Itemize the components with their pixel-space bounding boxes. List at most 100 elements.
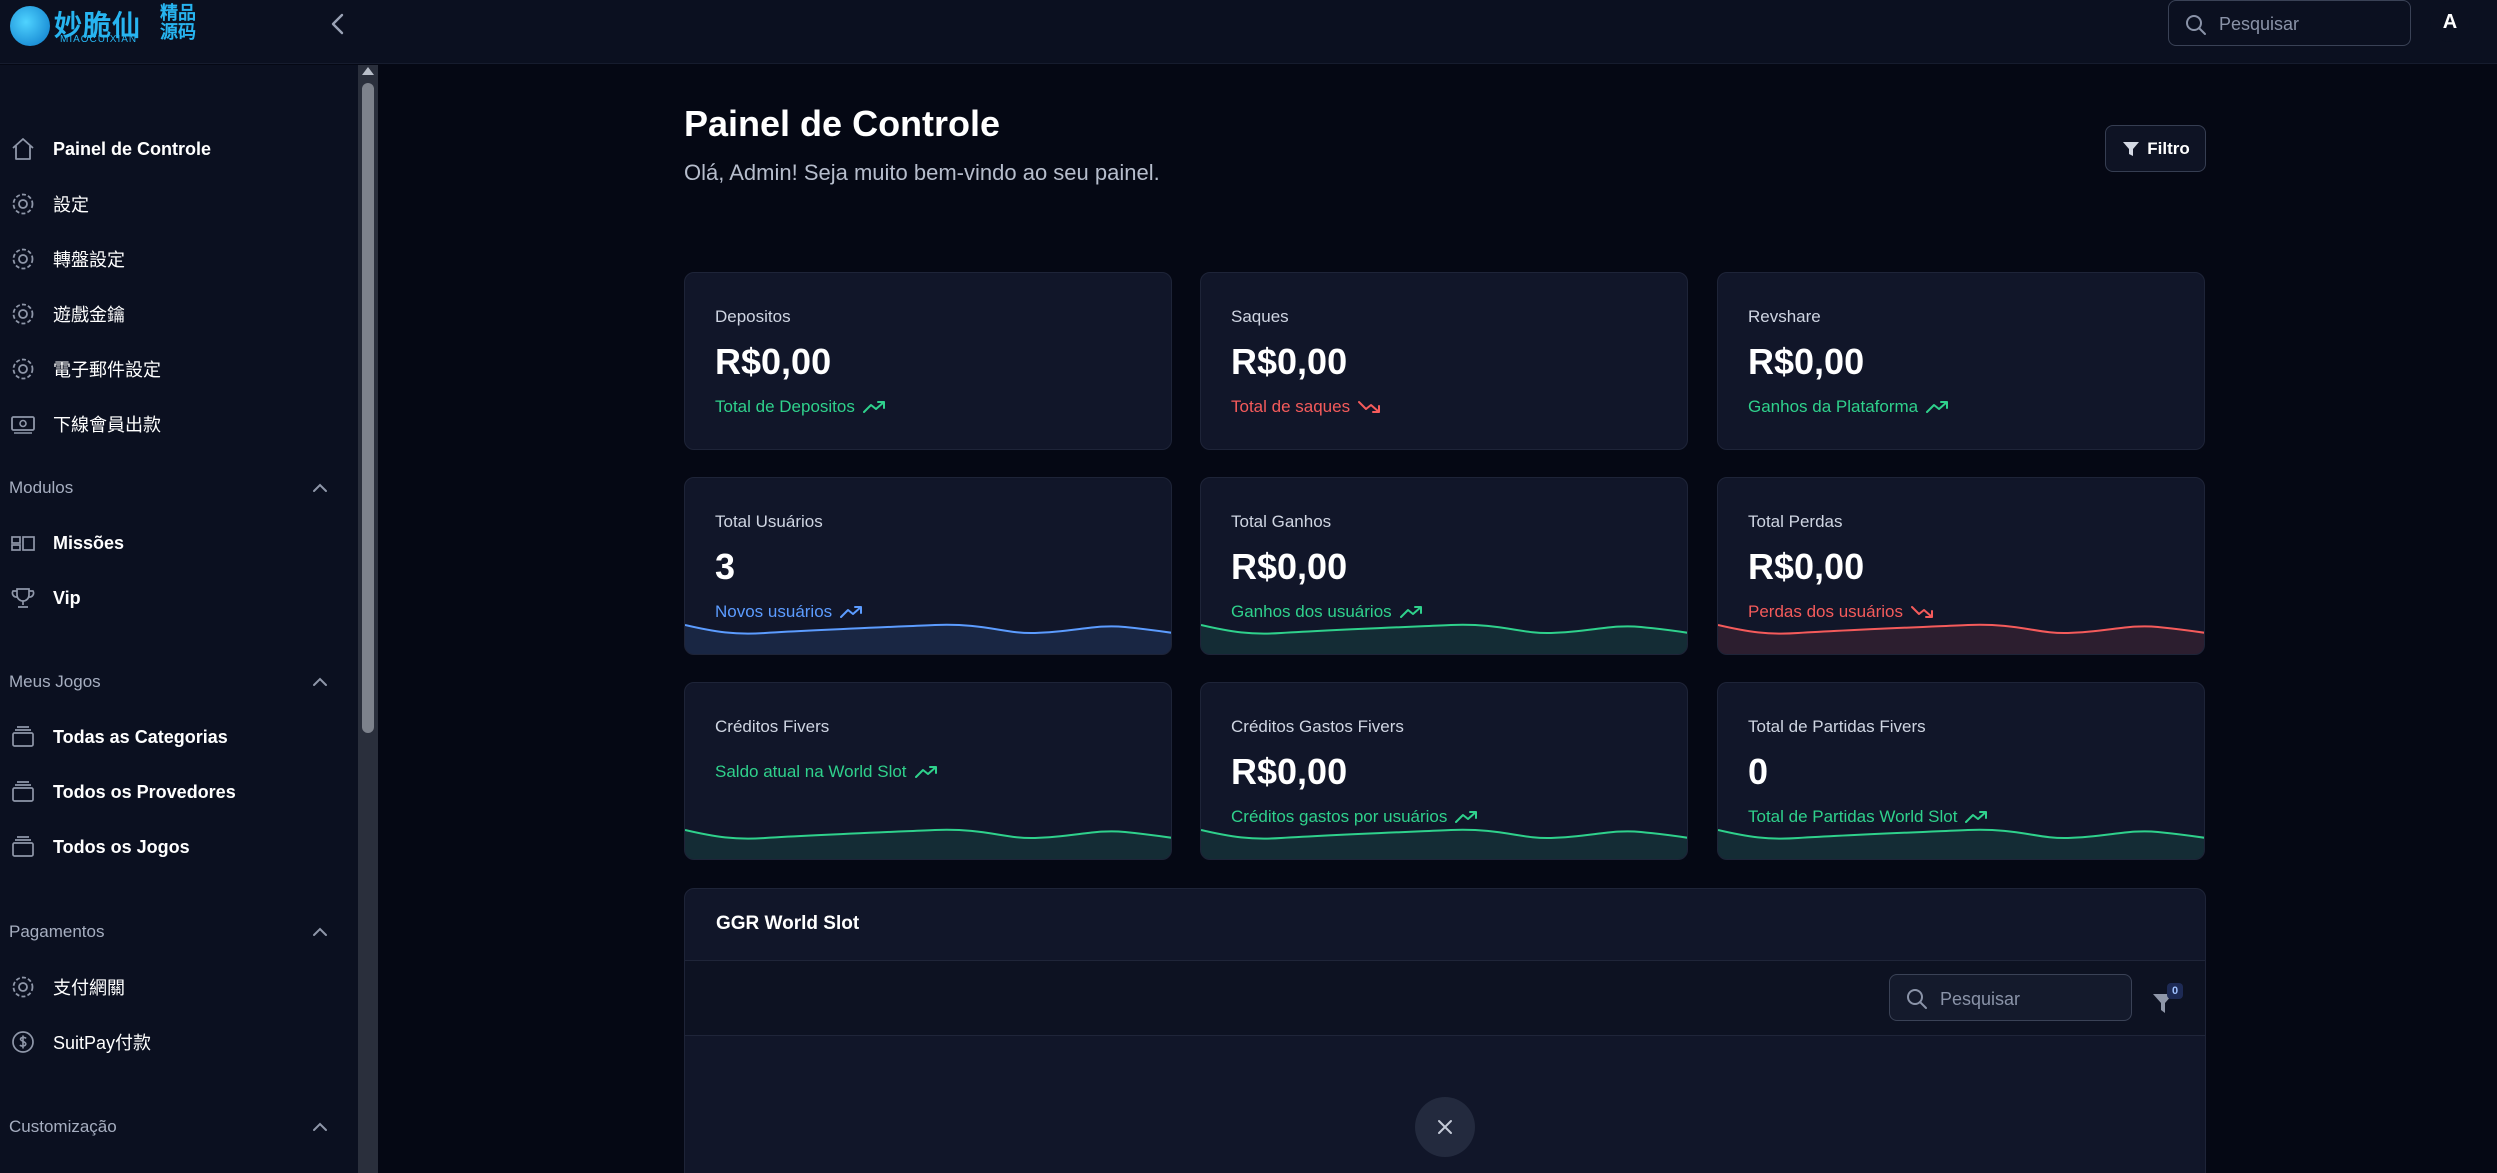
stat-description-text: Saldo atual na World Slot: [715, 762, 907, 781]
logo-mark: [10, 6, 50, 46]
stat-value: R$0,00: [1748, 341, 1865, 382]
trend-down-icon: [1910, 606, 1933, 618]
table-search-input[interactable]: [1940, 984, 2120, 1014]
trend-up-icon: [914, 766, 937, 778]
sidebar-item-label: Missões: [53, 532, 125, 553]
header-search-input[interactable]: [2219, 9, 2399, 39]
trend-up-icon: [1399, 606, 1422, 618]
stat-label: Total Usuários: [715, 512, 823, 531]
sparkline-chart: [1201, 623, 1687, 654]
sidebar-item-missions[interactable]: Missões: [0, 523, 350, 563]
user-avatar[interactable]: A: [2430, 2, 2470, 42]
gear-icon: [9, 245, 37, 273]
missions-icon: [9, 529, 37, 557]
sidebar-item-games[interactable]: Todos os Jogos: [0, 827, 350, 867]
filter-icon: [2123, 141, 2140, 156]
stat-card-total-ganhos: Total Ganhos R$0,00 Ganhos dos usuários: [1200, 477, 1688, 655]
trend-up-icon: [1455, 811, 1478, 823]
header-search[interactable]: [2168, 0, 2411, 46]
trend-up-icon: [840, 606, 863, 618]
home-icon: [9, 135, 37, 163]
close-icon: [1438, 1120, 1452, 1134]
sidebar-group-label: Meus Jogos: [9, 672, 101, 691]
stat-description-text: Total de Depositos: [715, 397, 855, 416]
sidebar-item-label: 下線會員出款: [53, 415, 161, 435]
chevron-up-icon: [313, 677, 327, 686]
gear-icon: [9, 973, 37, 1001]
stat-value: R$0,00: [1231, 751, 1348, 792]
scroll-up-arrow-icon[interactable]: [362, 67, 374, 75]
sidebar-item-email-settings[interactable]: 電子郵件設定: [0, 349, 350, 389]
logo-name-en: MIAOCUIXIAN: [60, 34, 138, 45]
sidebar-group-label: Customização: [9, 1117, 117, 1136]
sparkline-chart: [685, 828, 1171, 859]
sidebar-group-customizacao[interactable]: Customização: [0, 1112, 340, 1142]
gear-icon: [9, 190, 37, 218]
sidebar-group-label: Pagamentos: [9, 922, 105, 941]
sidebar-item-vip[interactable]: Vip: [0, 578, 350, 618]
stat-description: Total de saques: [1231, 397, 1382, 417]
panel-title: GGR World Slot: [716, 913, 860, 934]
search-icon: [1907, 989, 1927, 1009]
table-search[interactable]: [1889, 974, 2132, 1021]
trophy-icon: [9, 584, 37, 612]
stat-value: R$0,00: [715, 341, 832, 382]
stat-label: Créditos Gastos Fivers: [1231, 717, 1404, 736]
sidebar-group-pagamentos[interactable]: Pagamentos: [0, 917, 340, 947]
trend-down-icon: [1358, 401, 1381, 413]
brand-logo[interactable]: 妙脆仙 MIAOCUIXIAN 精品源码: [10, 4, 210, 48]
stat-card-creditos-fivers: Créditos Fivers Saldo atual na World Slo…: [684, 682, 1172, 860]
dollar-icon: [9, 1028, 37, 1056]
stat-card-total-usuarios: Total Usuários 3 Novos usuários: [684, 477, 1172, 655]
gear-icon: [9, 355, 37, 383]
trend-up-icon: [862, 401, 885, 413]
stat-card-total-perdas: Total Perdas R$0,00 Perdas dos usuários: [1717, 477, 2205, 655]
close-button[interactable]: [1415, 1097, 1475, 1157]
sidebar-item-label: 支付網關: [53, 978, 125, 998]
sidebar-item-label: SuitPay付款: [53, 1033, 152, 1053]
stat-card-creditos-gastos: Créditos Gastos Fivers R$0,00 Créditos g…: [1200, 682, 1688, 860]
stat-value: 0: [1748, 751, 1769, 792]
sidebar-item-dashboard[interactable]: Painel de Controle: [0, 129, 350, 169]
stat-label: Total Ganhos: [1231, 512, 1332, 531]
folder-icon: [9, 833, 37, 861]
sidebar-item-payment-gateway[interactable]: 支付網關: [0, 967, 350, 1007]
sidebar-scrollbar[interactable]: [358, 65, 378, 1173]
logo-tag: 精品源码: [160, 3, 196, 43]
sidebar-item-label: 設定: [53, 195, 89, 215]
sidebar-item-categories[interactable]: Todas as Categorias: [0, 717, 350, 757]
chevron-up-icon: [313, 1122, 327, 1131]
sidebar-item-providers[interactable]: Todos os Provedores: [0, 772, 350, 812]
trend-up-icon: [1965, 811, 1988, 823]
sidebar-item-game-keys[interactable]: 遊戲金鑰: [0, 294, 350, 334]
stat-description-text: Total de saques: [1231, 397, 1351, 416]
stat-label: Saques: [1231, 307, 1289, 326]
scrollbar-thumb[interactable]: [362, 83, 374, 733]
sidebar-item-label: Todos os Jogos: [53, 836, 190, 857]
filter-button[interactable]: Filtro: [2105, 125, 2206, 172]
sidebar-group-meus-jogos[interactable]: Meus Jogos: [0, 667, 340, 697]
ggr-table-panel: GGR World Slot 0: [684, 888, 2206, 1173]
search-icon: [2186, 15, 2206, 35]
sidebar-item-label: 轉盤設定: [53, 250, 125, 270]
stat-description: Total de Depositos: [715, 397, 887, 417]
divider: [685, 1035, 2205, 1036]
collapse-sidebar-button[interactable]: [322, 8, 354, 40]
cash-icon: [9, 410, 37, 438]
sidebar-item-withdrawals[interactable]: 下線會員出款: [0, 404, 350, 444]
gear-icon: [9, 300, 37, 328]
trend-up-icon: [1926, 401, 1949, 413]
table-filter-button[interactable]: 0: [2151, 983, 2191, 1019]
sidebar-item-suitpay[interactable]: SuitPay付款: [0, 1022, 350, 1062]
stat-value: 3: [715, 546, 736, 587]
sidebar-item-label: 電子郵件設定: [53, 360, 161, 380]
stat-label: Total Perdas: [1748, 512, 1843, 531]
folder-icon: [9, 723, 37, 751]
stat-card-depositos: Depositos R$0,00 Total de Depositos: [684, 272, 1172, 450]
filter-count-badge: 0: [2167, 983, 2183, 999]
sidebar-item-settings[interactable]: 設定: [0, 184, 350, 224]
sidebar-group-modulos[interactable]: Modulos: [0, 473, 340, 503]
sparkline-chart: [1718, 828, 2204, 859]
chevron-left-icon: [331, 13, 344, 35]
sidebar-item-wheel-settings[interactable]: 轉盤設定: [0, 239, 350, 279]
